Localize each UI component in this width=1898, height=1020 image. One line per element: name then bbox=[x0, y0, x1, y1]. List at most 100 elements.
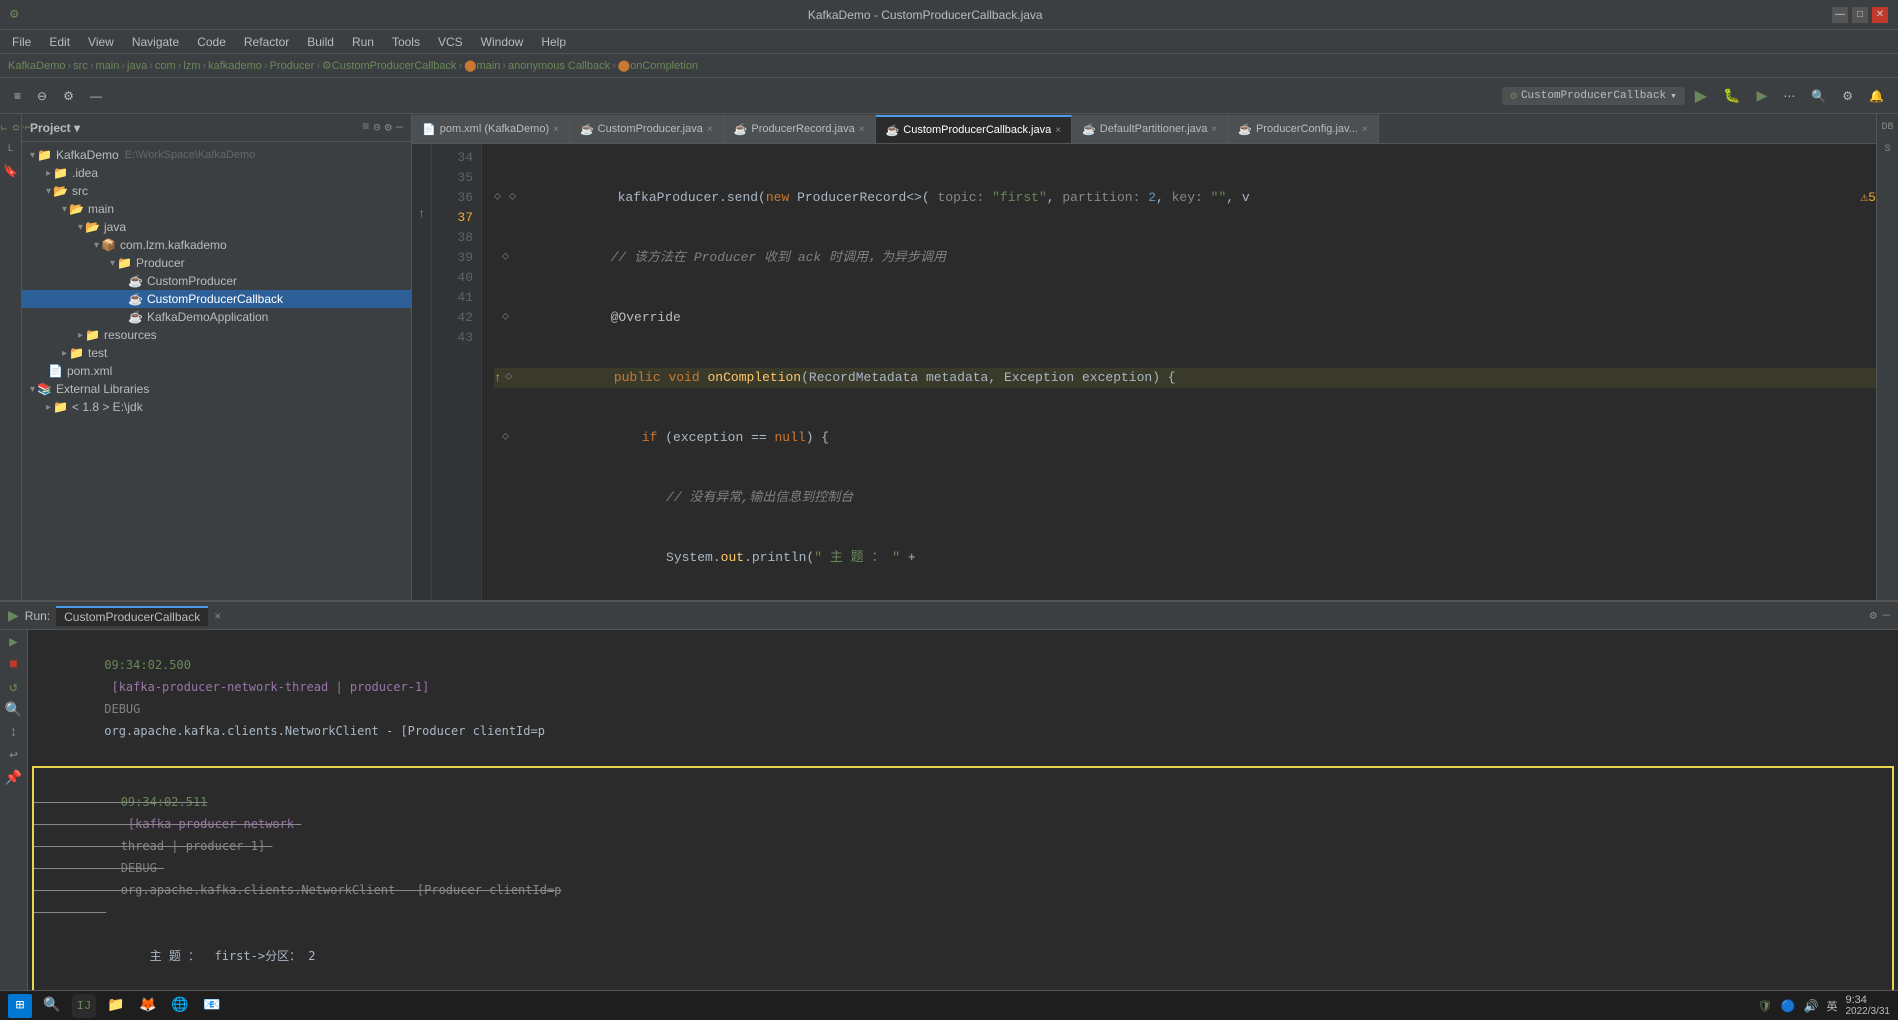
structure-icon[interactable]: S bbox=[1879, 140, 1897, 158]
breadcrumb-oncompletion[interactable]: onCompletion bbox=[630, 60, 698, 72]
tab-producerrecord-close[interactable]: × bbox=[859, 124, 865, 135]
project-icon[interactable]: Proj bbox=[2, 118, 20, 136]
breadcrumb-java[interactable]: java bbox=[127, 60, 147, 72]
menu-code[interactable]: Code bbox=[189, 33, 234, 51]
tab-customproducercallback-close[interactable]: × bbox=[1055, 125, 1061, 136]
run-wrap-icon[interactable]: ↩ bbox=[9, 747, 17, 764]
taskbar-search-icon[interactable]: 🔍 bbox=[40, 994, 64, 1018]
tree-item-idea[interactable]: ▸ 📁 .idea bbox=[22, 164, 411, 182]
run-play-icon[interactable]: ▶ bbox=[9, 634, 17, 651]
run-panel-header: ▶ Run: CustomProducerCallback × ⚙ — bbox=[0, 602, 1898, 630]
tab-pom[interactable]: 📄 pom.xml (KafkaDemo) × bbox=[412, 115, 570, 143]
tree-item-resources[interactable]: ▸ 📁 resources bbox=[22, 326, 411, 344]
menu-refactor[interactable]: Refactor bbox=[236, 33, 297, 51]
panel-icon-3[interactable]: ⚙ bbox=[385, 120, 392, 135]
close-button[interactable]: ✕ bbox=[1872, 7, 1888, 23]
toolbar-more-btn[interactable]: ⋯ bbox=[1777, 82, 1801, 110]
tab-customproducer-close[interactable]: × bbox=[707, 124, 713, 135]
run-minimize-icon[interactable]: — bbox=[1883, 608, 1890, 623]
tree-item-customproducercallback[interactable]: ☕ CustomProducerCallback bbox=[22, 290, 411, 308]
toolbar-minus-btn[interactable]: — bbox=[84, 82, 108, 110]
code-line-39: // 没有异常,输出信息到控制台 bbox=[494, 488, 1876, 508]
tree-item-kafkademo[interactable]: ▾ 📁 KafkaDemo E:\WorkSpace\KafkaDemo bbox=[22, 146, 411, 164]
run-tab-close[interactable]: × bbox=[214, 609, 221, 623]
maximize-button[interactable]: □ bbox=[1852, 7, 1868, 23]
debug-button[interactable]: 🐛 bbox=[1717, 82, 1746, 110]
breadcrumb-com[interactable]: com bbox=[155, 60, 176, 72]
tree-item-package[interactable]: ▾ 📦 com.lzm.kafkademo bbox=[22, 236, 411, 254]
breadcrumb-anon[interactable]: anonymous Callback bbox=[508, 60, 610, 72]
menu-help[interactable]: Help bbox=[533, 33, 574, 51]
tab-producerconfig-close[interactable]: × bbox=[1362, 124, 1368, 135]
tree-item-customproducer[interactable]: ☕ CustomProducer bbox=[22, 272, 411, 290]
menu-file[interactable]: File bbox=[4, 33, 39, 51]
toolbar-project-btn[interactable]: ≡ bbox=[8, 82, 27, 110]
menu-view[interactable]: View bbox=[80, 33, 122, 51]
tab-pom-close[interactable]: × bbox=[553, 124, 559, 135]
tab-producerconfig[interactable]: ☕ ProducerConfig.jav... × bbox=[1228, 115, 1378, 143]
panel-icon-1[interactable]: ≡ bbox=[362, 120, 369, 135]
run-content[interactable]: 09:34:02.500 [kafka-producer-network-thr… bbox=[28, 630, 1898, 990]
tree-item-ext-libs[interactable]: ▾ 📚 External Libraries bbox=[22, 380, 411, 398]
bookmarks-icon[interactable]: 🔖 bbox=[2, 162, 20, 180]
run-settings-icon[interactable]: ⚙ bbox=[1870, 608, 1877, 623]
menu-edit[interactable]: Edit bbox=[41, 33, 78, 51]
menu-run[interactable]: Run bbox=[344, 33, 382, 51]
menu-build[interactable]: Build bbox=[299, 33, 342, 51]
run-button[interactable]: ▶ bbox=[1689, 82, 1713, 110]
breadcrumb-main2[interactable]: main bbox=[476, 60, 500, 72]
run-restart-icon[interactable]: ↺ bbox=[9, 679, 17, 696]
coverage-button[interactable]: ▶ bbox=[1751, 82, 1774, 110]
run-filter-icon[interactable]: 🔍 bbox=[5, 702, 22, 719]
menu-navigate[interactable]: Navigate bbox=[124, 33, 187, 51]
breadcrumb-lzm[interactable]: lzm bbox=[183, 60, 200, 72]
taskbar-windows-icon[interactable]: ⊞ bbox=[8, 994, 32, 1018]
tree-item-pom[interactable]: 📄 pom.xml bbox=[22, 362, 411, 380]
tab-defaultpartitioner-close[interactable]: × bbox=[1211, 124, 1217, 135]
breadcrumb-src[interactable]: src bbox=[73, 60, 88, 72]
learn-icon[interactable]: L bbox=[2, 140, 20, 158]
panel-icon-4[interactable]: — bbox=[396, 120, 403, 135]
code-editor[interactable]: ↑ 34 35 36 37 38 39 40 41 bbox=[412, 144, 1876, 600]
tab-producerrecord[interactable]: ☕ ProducerRecord.java × bbox=[724, 115, 876, 143]
tree-item-main[interactable]: ▾ 📂 main bbox=[22, 200, 411, 218]
toolbar-collapse-btn[interactable]: ⊖ bbox=[31, 82, 53, 110]
search-everywhere-btn[interactable]: 🔍 bbox=[1805, 82, 1832, 110]
tree-item-kafkademoapp[interactable]: ☕ KafkaDemoApplication bbox=[22, 308, 411, 326]
settings-gear-btn[interactable]: ⚙ bbox=[1836, 82, 1859, 110]
taskbar: ⊞ 🔍 IJ 📁 🦊 🌐 📧 🛡 🔵 🔊 英 9:34 2022/3/31 bbox=[0, 990, 1898, 1020]
tree-item-java[interactable]: ▾ 📂 java bbox=[22, 218, 411, 236]
breadcrumb-main[interactable]: main bbox=[96, 60, 120, 72]
run-config-dropdown[interactable]: ⚙ CustomProducerCallback ▾ bbox=[1502, 87, 1684, 105]
minimize-button[interactable]: — bbox=[1832, 7, 1848, 23]
panel-icon-2[interactable]: ⊖ bbox=[373, 120, 380, 135]
title-bar-controls[interactable]: — □ ✕ bbox=[1832, 7, 1888, 23]
tree-item-src[interactable]: ▾ 📂 src bbox=[22, 182, 411, 200]
menu-tools[interactable]: Tools bbox=[384, 33, 428, 51]
breadcrumb-kafkademo2[interactable]: kafkademo bbox=[208, 60, 262, 72]
breadcrumb-customproducercallback[interactable]: CustomProducerCallback bbox=[332, 60, 457, 72]
run-stop-icon[interactable]: ■ bbox=[9, 657, 17, 673]
code-content[interactable]: ⬦ ⬦ kafkaProducer.send(new ProducerRecor… bbox=[482, 144, 1876, 600]
breadcrumb-producer[interactable]: Producer bbox=[270, 60, 315, 72]
run-scroll-icon[interactable]: ↕ bbox=[9, 725, 17, 741]
taskbar-intellij-icon[interactable]: IJ bbox=[72, 994, 96, 1018]
tab-customproducer[interactable]: ☕ CustomProducer.java × bbox=[570, 115, 724, 143]
toolbar-settings-btn[interactable]: ⚙ bbox=[57, 82, 80, 110]
taskbar-app2-icon[interactable]: 🌐 bbox=[168, 994, 192, 1018]
tab-customproducercallback[interactable]: ☕ CustomProducerCallback.java × bbox=[876, 115, 1073, 143]
run-tab-label[interactable]: CustomProducerCallback bbox=[56, 606, 208, 626]
database-icon[interactable]: DB bbox=[1879, 118, 1897, 136]
taskbar-app1-icon[interactable]: 🦊 bbox=[136, 994, 160, 1018]
tree-item-jdk[interactable]: ▸ 📁 < 1.8 > E:\jdk bbox=[22, 398, 411, 416]
notifications-btn[interactable]: 🔔 bbox=[1863, 82, 1890, 110]
run-pin-icon[interactable]: 📌 bbox=[5, 770, 22, 787]
menu-window[interactable]: Window bbox=[473, 33, 532, 51]
breadcrumb-kafkademo[interactable]: KafkaDemo bbox=[8, 60, 65, 72]
tree-item-test[interactable]: ▸ 📁 test bbox=[22, 344, 411, 362]
taskbar-app3-icon[interactable]: 📧 bbox=[200, 994, 224, 1018]
tree-item-producer-folder[interactable]: ▾ 📁 Producer bbox=[22, 254, 411, 272]
menu-vcs[interactable]: VCS bbox=[430, 33, 471, 51]
tab-defaultpartitioner[interactable]: ☕ DefaultPartitioner.java × bbox=[1072, 115, 1228, 143]
taskbar-file-icon[interactable]: 📁 bbox=[104, 994, 128, 1018]
